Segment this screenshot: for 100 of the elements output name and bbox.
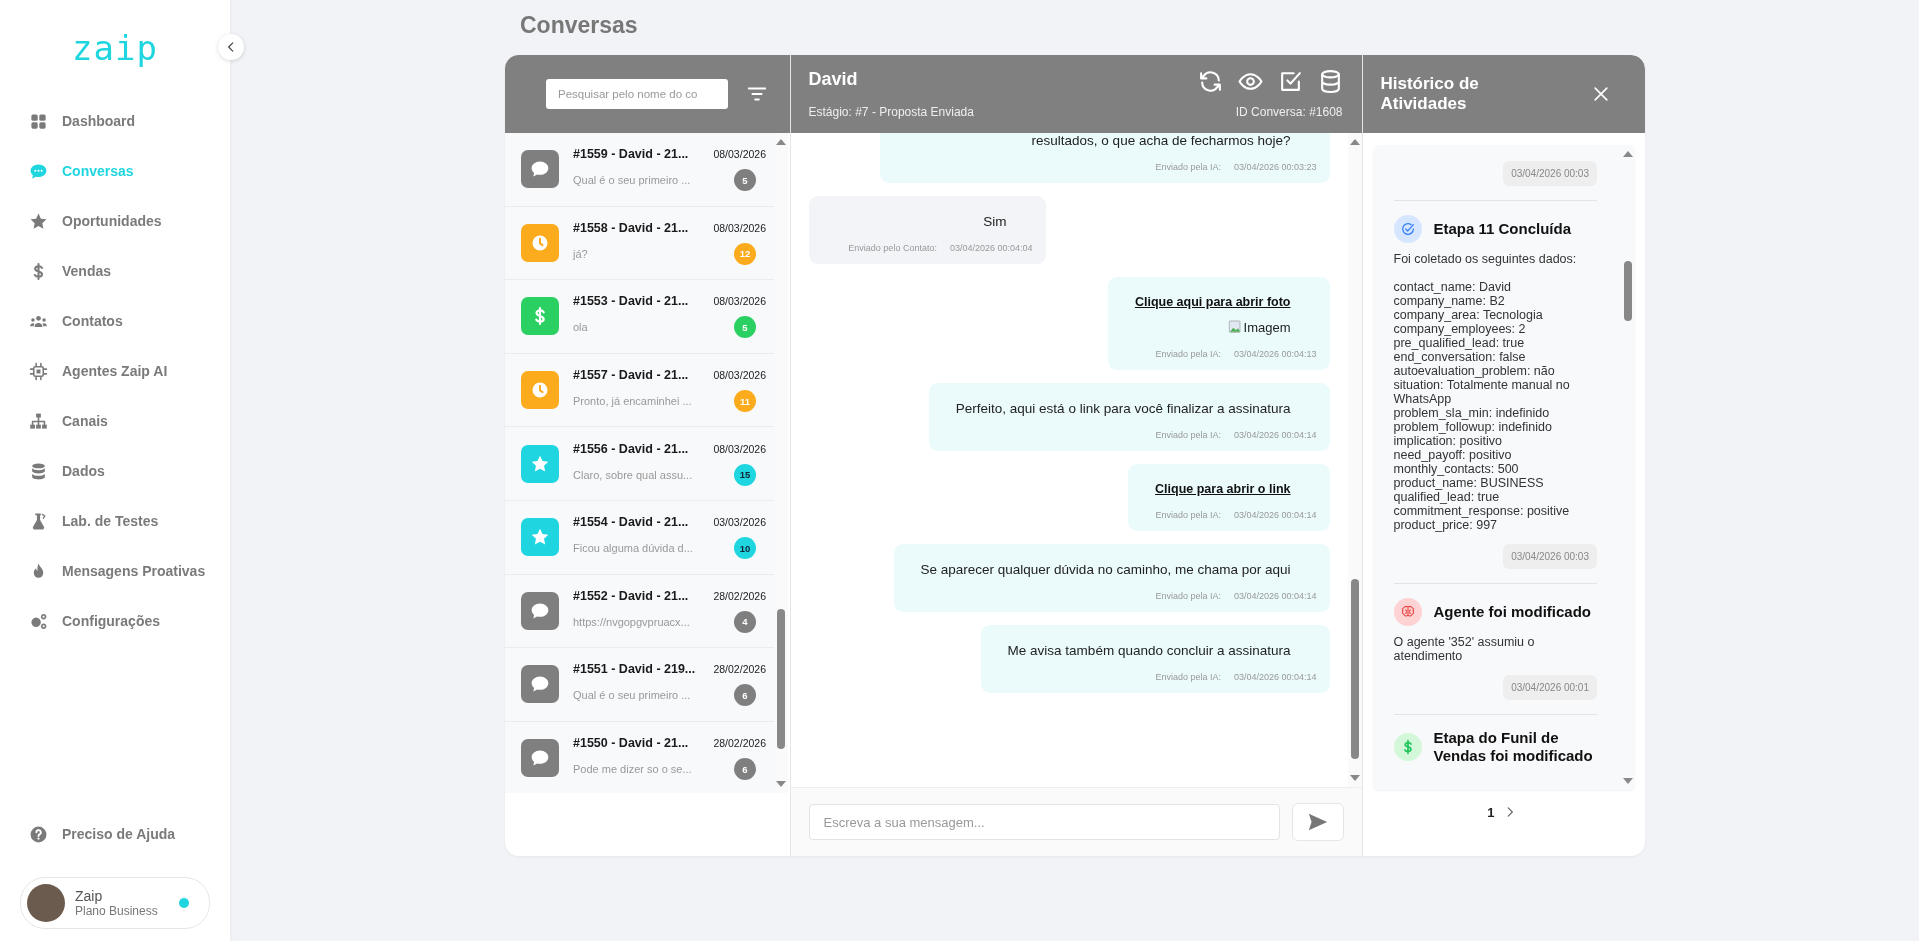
message-time: 03/04/2026 00:04:14: [1233, 672, 1317, 682]
nav-item[interactable]: Configurações: [0, 596, 230, 646]
avatar: [27, 884, 65, 922]
message-time: 03/04/2026 00:04:14: [1233, 430, 1317, 440]
close-button[interactable]: [1591, 84, 1611, 104]
conversation-title: #1559 - David - 21...: [573, 147, 689, 162]
user-card[interactable]: Zaip Plano Business: [20, 877, 210, 929]
nav-item[interactable]: Mensagens Proativas: [0, 546, 230, 596]
nav-item[interactable]: Contatos: [0, 296, 230, 346]
message-time: 03/04/2026 00:04:14: [1233, 510, 1317, 520]
unread-count: 10: [734, 537, 756, 560]
conversation-title: #1553 - David - 21...: [573, 294, 689, 309]
unread-count: 5: [734, 169, 756, 192]
conversation-title: #1550 - David - 21...: [573, 736, 689, 751]
logo: zaip: [72, 28, 158, 68]
conversation-date: 03/03/2026: [713, 516, 766, 529]
nav-item[interactable]: Oportunidades: [0, 196, 230, 246]
conversation-date: 08/03/2026: [713, 442, 766, 455]
conversation-item[interactable]: #1551 - David - 219... 28/02/2026 Qual é o seu primeiro ... 6: [505, 648, 774, 722]
conversation-date: 08/03/2026: [713, 221, 766, 234]
conversation-preview: Pronto, já encaminhei ...: [573, 395, 692, 408]
scrollbar[interactable]: [1347, 133, 1362, 787]
conversation-id: ID Conversa: #1608: [1235, 105, 1343, 119]
star-icon: [29, 211, 48, 231]
message-text: Me avisa também quando concluir a assinatura: [1007, 643, 1292, 658]
sender-label: Enviado pela IA:: [1155, 430, 1221, 440]
dollar-icon: [1393, 733, 1422, 761]
sender-label: Enviado pelo Contato:: [848, 243, 937, 253]
search-field[interactable]: Pesquisar pelo nome do co: [546, 79, 728, 109]
conversation-preview: já?: [573, 247, 588, 260]
nav-item[interactable]: Lab. de Testes: [0, 496, 230, 546]
activity-time: 03/04/2026 00:03: [1503, 544, 1597, 569]
conversation-preview: Qual é o seu primeiro ...: [573, 174, 691, 187]
sender-label: Enviado pela IA:: [1155, 672, 1221, 682]
chip-icon: [29, 361, 48, 381]
message-link[interactable]: Clique aqui para abrir foto: [1134, 295, 1317, 309]
nav-item[interactable]: Dados: [0, 446, 230, 496]
conversation-preview: ola: [573, 321, 588, 334]
history-title: Histórico de Atividades: [1380, 73, 1480, 115]
nav-item[interactable]: Dashboard: [0, 96, 230, 146]
conversation-date: 08/03/2026: [713, 369, 766, 382]
collapse-button[interactable]: [218, 34, 244, 60]
sender-label: Enviado pela IA:: [1155, 591, 1221, 601]
activity-title: Etapa 11 Concluída: [1433, 220, 1572, 238]
conversation-date: 08/03/2026: [713, 295, 766, 308]
conversation-date: 28/02/2026: [713, 737, 766, 750]
conversation-item[interactable]: #1552 - David - 21... 28/02/2026 https://nvgopgvpruacx... 4: [505, 574, 774, 649]
send-icon: [1306, 811, 1329, 833]
message-time: 03/04/2026 00:04:04: [949, 243, 1033, 253]
refresh-button[interactable]: [1197, 69, 1223, 94]
unread-count: 5: [734, 316, 756, 339]
conversation-title: #1556 - David - 21...: [573, 441, 689, 456]
conversation-item[interactable]: #1550 - David - 21... 28/02/2026 Pode me dizer so o se... 6: [505, 721, 774, 793]
conversation-preview: https://nvgopgvpruacx...: [573, 615, 690, 628]
conversation-preview: Pode me dizer so o se...: [573, 763, 692, 776]
conversation-title: #1554 - David - 21...: [573, 515, 689, 530]
conversation-preview: Qual é o seu primeiro ...: [573, 689, 691, 702]
message-link[interactable]: Clique para abrir o link: [1155, 482, 1317, 496]
conversation-item[interactable]: #1557 - David - 21... 08/03/2026 Pronto, já encaminhei ... 11: [505, 353, 774, 428]
conversation-date: 08/03/2026: [713, 148, 766, 161]
sender-label: Enviado pela IA:: [1155, 349, 1221, 359]
page-number[interactable]: 1: [1487, 804, 1495, 820]
chat-bubble-icon: [29, 161, 48, 181]
broken-image: Imagem: [1227, 319, 1317, 335]
message-time: 03/04/2026 00:04:13: [1233, 349, 1317, 359]
conversation-preview: Claro, sobre qual assu...: [573, 468, 693, 481]
help-link[interactable]: Preciso de Ajuda: [0, 809, 230, 859]
conversation-item[interactable]: #1554 - David - 21... 03/03/2026 Ficou alguma dúvida d... 10: [505, 500, 774, 575]
conversation-date: 28/02/2026: [713, 589, 766, 602]
activity-time: 03/04/2026 00:01: [1503, 675, 1597, 700]
nav-item[interactable]: Vendas: [0, 246, 230, 296]
message-input[interactable]: Escreva a sua mensagem...: [808, 804, 1280, 840]
nav-item[interactable]: Canais: [0, 396, 230, 446]
conversation-item[interactable]: #1553 - David - 21... 08/03/2026 ola 5: [505, 280, 774, 354]
sender-label: Enviado pela IA:: [1155, 510, 1221, 520]
activity-time: 03/04/2026 00:03: [1503, 161, 1597, 186]
message-time: 03/04/2026 00:03:23: [1233, 162, 1317, 172]
scrollbar[interactable]: [1621, 145, 1635, 790]
grid-icon: [29, 111, 48, 131]
user-name: Zaip: [75, 888, 104, 904]
message-text: Sim: [983, 214, 1008, 229]
sitemap-icon: [29, 411, 48, 431]
conversation-item[interactable]: #1556 - David - 21... 08/03/2026 Claro, sobre qual assu... 15: [505, 427, 774, 501]
activity-description: Foi coletado os seguintes dados: contact_name: David company_name: B2 company_area: Tecnologia company_employees: 2 pre_qualified_lead: true end_conversation: false autoevaluation_problem: não situation: Totalmente manual no WhatsApp problem_sla_min: indefinido problem_followup: indefinido implication: positivo need_payoff: positivo monthly_contacts: 500 product_name: BUSINESS qualified_lead: true commitment_response: positive product_price: 997: [1393, 252, 1578, 532]
conversation-date: 28/02/2026: [713, 663, 766, 676]
activity-title: Agente foi modificado: [1433, 603, 1591, 621]
unread-count: 6: [734, 684, 756, 707]
unread-count: 6: [734, 758, 756, 781]
scrollbar[interactable]: [774, 133, 788, 793]
sender-label: Enviado pela IA:: [1155, 162, 1221, 172]
message-text: Se aparecer qualquer dúvida no caminho, me chama por aqui: [920, 562, 1292, 577]
brain-icon: [1393, 598, 1422, 626]
nav-item[interactable]: Agentes Zaip AI: [0, 346, 230, 396]
conversation-preview: Ficou alguma dúvida d...: [573, 542, 693, 555]
conversation-item[interactable]: #1559 - David - 21... 08/03/2026 Qual é o seu primeiro ... 5: [505, 133, 774, 207]
send-button[interactable]: [1291, 803, 1344, 841]
page-title: Conversas: [520, 12, 639, 39]
user-plan: Plano Business: [75, 904, 159, 918]
conversation-item[interactable]: #1558 - David - 21... 08/03/2026 já? 12: [505, 206, 774, 281]
message-text: resultados, o que acha de fecharmos hoje?: [1031, 133, 1292, 148]
